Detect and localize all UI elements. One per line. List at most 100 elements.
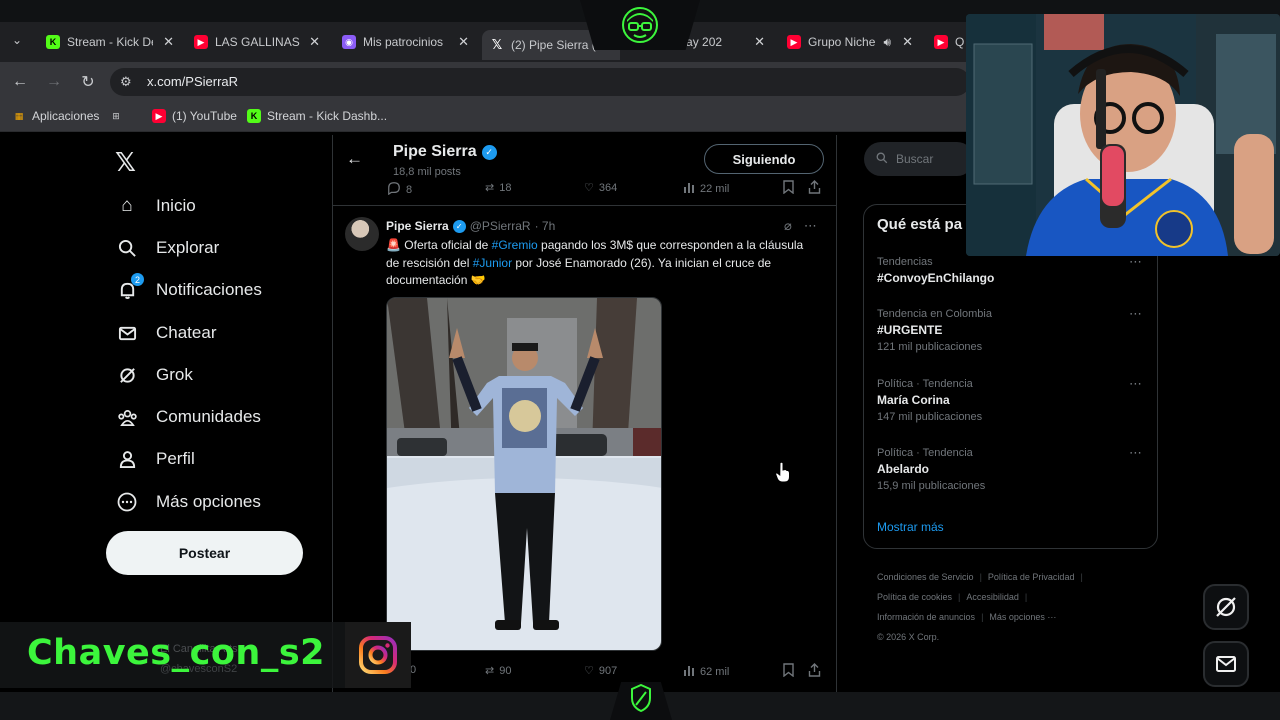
nav-label: Perfil <box>156 449 195 468</box>
profile-header-name: Pipe Sierra ✓ <box>393 143 497 161</box>
more-options-icon[interactable]: ⋯ <box>804 218 817 234</box>
youtube-icon: ▶ <box>787 35 801 49</box>
nav-label: Grok <box>156 365 193 384</box>
youtube-icon: ▶ <box>152 109 166 123</box>
more-options-icon[interactable]: ⋯ <box>1129 306 1142 322</box>
tweet-author-name[interactable]: Pipe Sierra <box>386 219 449 233</box>
tweet-author-handle[interactable]: @PSierraR <box>470 219 531 233</box>
nav-item-perfil[interactable]: Perfil <box>116 448 195 470</box>
tab-label: (2) Pipe Sierra ( <box>511 38 596 52</box>
speaker-icon[interactable]: 🔊︎ <box>883 35 891 50</box>
messages-floating-button[interactable] <box>1203 641 1249 687</box>
tab-label: LAS GALLINAS S <box>215 35 301 49</box>
url-text[interactable]: x.com/PSierraR <box>147 74 238 89</box>
search-input[interactable]: Buscar <box>864 142 974 176</box>
close-icon[interactable]: ✕ <box>309 34 320 50</box>
reload-icon[interactable]: ↻ <box>77 71 99 93</box>
site-settings-icon[interactable]: ⚙ <box>120 74 132 90</box>
following-button[interactable]: Siguiendo <box>704 144 824 174</box>
nav-item-mas-opciones[interactable]: Más opciones <box>116 491 261 513</box>
repost-icon: ⇄ <box>485 182 495 194</box>
tab-search-chevron-icon[interactable]: ⌄ <box>12 33 22 47</box>
repost-icon: ⇄ <box>485 665 495 677</box>
repost-action[interactable]: ⇄ 18 <box>485 181 511 195</box>
more-options-icon[interactable]: ⋯ <box>1129 376 1142 392</box>
nav-item-inicio[interactable]: ⌂ Inicio <box>116 195 196 217</box>
bookmark-grid[interactable]: ⊞ <box>109 109 123 123</box>
back-arrow-icon[interactable]: ← <box>346 149 363 169</box>
bookmark-aplicaciones[interactable]: ▦ Aplicaciones <box>12 109 100 123</box>
x-logo-icon[interactable]: 𝕏 <box>115 147 136 178</box>
footer-privacy-link[interactable]: Política de Privacidad <box>988 572 1075 582</box>
footer-ads-link[interactable]: Información de anuncios <box>877 612 975 622</box>
bookmark-icon[interactable] <box>783 180 794 194</box>
grok-icon <box>1216 597 1236 617</box>
views-action[interactable]: 22 mil <box>683 181 729 196</box>
tab-patrocinios[interactable]: ◉ Mis patrocinios ✕ <box>342 30 469 54</box>
trend-item[interactable]: Política · Tendencia María Corina 147 mi… <box>877 376 1142 423</box>
more-options-icon[interactable]: ⋯ <box>1129 254 1142 270</box>
hashtag-link[interactable]: #Junior <box>473 256 512 270</box>
close-icon[interactable]: ✕ <box>902 34 913 50</box>
reply-action[interactable]: 8 <box>387 181 412 198</box>
trend-title: #URGENTE <box>877 323 943 337</box>
nav-item-notificaciones[interactable]: 2 Notificaciones <box>116 273 262 301</box>
trend-item[interactable]: Tendencia en Colombia #URGENTE 121 mil p… <box>877 306 1142 353</box>
like-action[interactable]: ♡ 907 <box>584 664 618 678</box>
bookmark-kick[interactable]: K Stream - Kick Dashb... <box>247 109 387 123</box>
footer-cookies-link[interactable]: Política de cookies <box>877 592 952 602</box>
trend-item[interactable]: Tendencias #ConvoyEnChilango ⋯ <box>877 254 1142 285</box>
bookmark-youtube[interactable]: ▶ (1) YouTube <box>152 109 237 123</box>
tweet-photo[interactable] <box>386 297 662 651</box>
bell-icon: 2 <box>116 273 144 301</box>
close-icon[interactable]: ✕ <box>163 34 174 50</box>
avatar[interactable] <box>345 217 379 251</box>
trend-title: #ConvoyEnChilango <box>877 271 995 285</box>
more-options-icon[interactable]: ⋯ <box>1129 445 1142 461</box>
footer-terms-link[interactable]: Condiciones de Servicio <box>877 572 974 582</box>
tab-grupo-niche[interactable]: ▶ Grupo Niche 🔊︎ ✕ <box>787 30 913 54</box>
show-more-link[interactable]: Mostrar más <box>877 520 944 534</box>
trend-context: Política · Tendencia <box>877 378 973 390</box>
footer-more-link[interactable]: Más opciones ··· <box>989 612 1056 622</box>
close-icon[interactable]: ✕ <box>754 34 765 50</box>
patreon-icon: ◉ <box>342 35 356 49</box>
nav-item-explorar[interactable]: Explorar <box>116 237 219 259</box>
grok-floating-button[interactable] <box>1203 584 1249 630</box>
close-icon[interactable]: ✕ <box>458 34 469 50</box>
nav-item-comunidades[interactable]: Comunidades <box>116 406 261 428</box>
tab-youtube-q[interactable]: ▶ Q <box>934 30 964 54</box>
nav-item-chatear[interactable]: Chatear <box>116 322 216 344</box>
tab-kick-stream[interactable]: K Stream - Kick De ✕ <box>46 30 174 54</box>
share-icon[interactable] <box>808 180 821 194</box>
forward-arrow-icon[interactable]: → <box>43 71 65 93</box>
like-count: 907 <box>598 664 618 677</box>
tab-label: Grupo Niche <box>808 35 876 49</box>
post-button[interactable]: Postear <box>106 531 303 575</box>
nav-item-grok[interactable]: Grok <box>116 364 193 386</box>
hashtag-link[interactable]: #Gremio <box>492 238 538 252</box>
nav-label: Más opciones <box>156 492 261 511</box>
tweet-time[interactable]: · 7h <box>535 219 556 233</box>
trend-count: 15,9 mil publicaciones <box>877 480 986 492</box>
views-count: 22 mil <box>700 182 730 195</box>
trend-count: 121 mil publicaciones <box>877 341 983 353</box>
back-arrow-icon[interactable]: ← <box>9 71 31 93</box>
grid-icon: ⊞ <box>112 110 120 121</box>
youtube-icon: ▶ <box>194 35 208 49</box>
repost-action[interactable]: ⇄ 90 <box>485 664 512 678</box>
tab-label: Stream - Kick De <box>67 35 153 49</box>
bookmark-icon[interactable] <box>783 663 794 677</box>
share-icon[interactable] <box>808 663 821 677</box>
views-action[interactable]: 62 mil <box>683 664 729 679</box>
views-icon <box>683 664 695 679</box>
repost-count: 90 <box>499 664 512 677</box>
address-bar[interactable] <box>110 68 970 96</box>
footer-accessibility-link[interactable]: Accesibilidad <box>966 592 1019 602</box>
trend-item[interactable]: Política · Tendencia Abelardo 15,9 mil p… <box>877 445 1142 492</box>
grok-icon[interactable]: ⌀ <box>784 218 792 234</box>
tab-las-gallinas[interactable]: ▶ LAS GALLINAS S ✕ <box>194 30 320 54</box>
streamer-webcam-image <box>966 14 1280 256</box>
like-action[interactable]: ♡ 364 <box>584 181 617 195</box>
nav-label: Inicio <box>156 196 196 215</box>
